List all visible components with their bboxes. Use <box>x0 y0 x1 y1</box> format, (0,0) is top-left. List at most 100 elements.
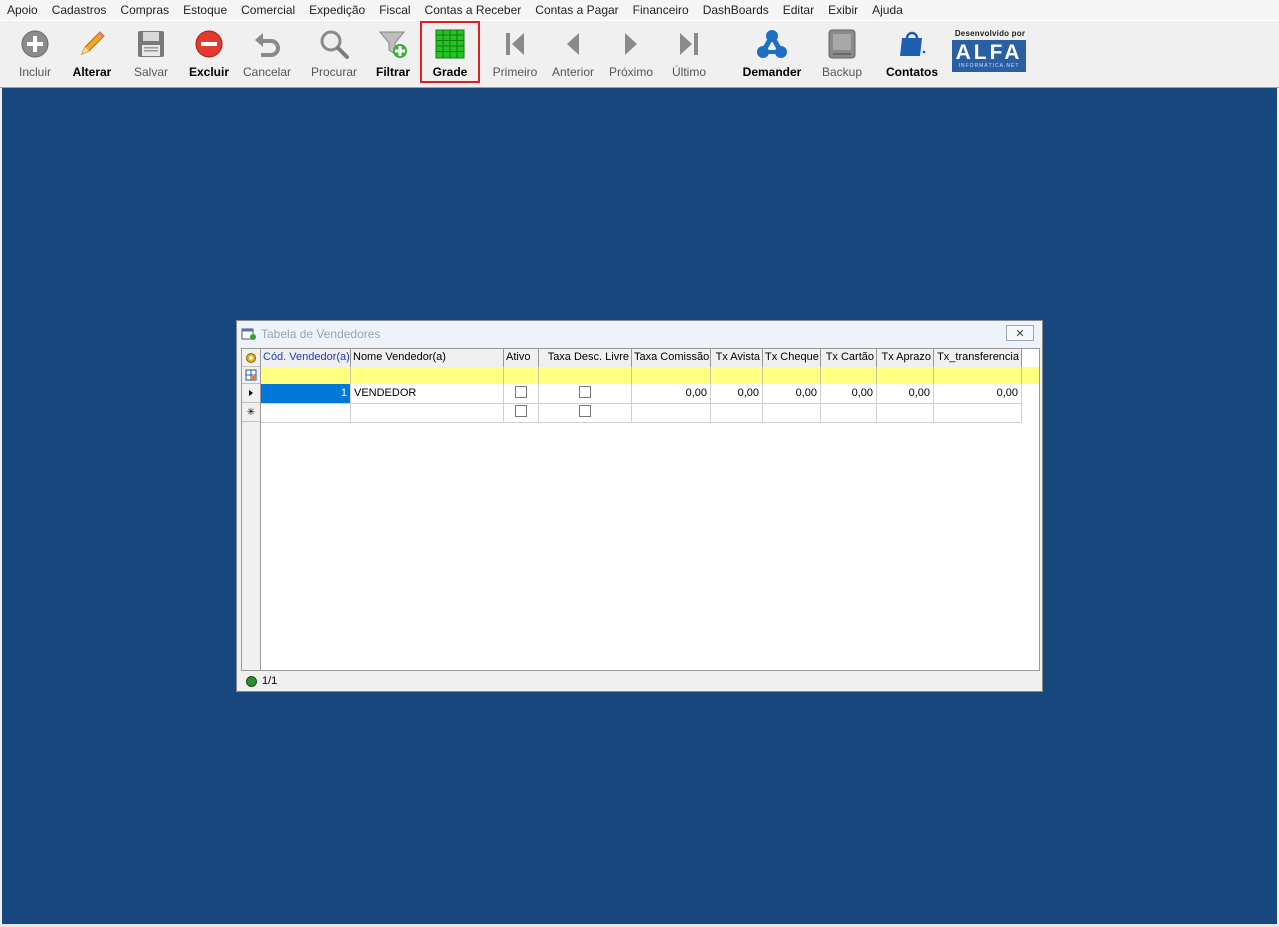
col-header-tx-aprazo[interactable]: Tx Aprazo <box>877 349 934 367</box>
filter-tx-cheque[interactable] <box>763 367 821 384</box>
primeiro-label: Primeiro <box>492 65 538 79</box>
table-row[interactable]: 1 VENDEDOR 0,00 0,00 0,00 0,00 0,00 0,00 <box>261 384 1022 404</box>
cell-cod-vendedor[interactable]: 1 <box>261 384 351 403</box>
menu-fiscal[interactable]: Fiscal <box>372 0 417 20</box>
filtrar-label: Filtrar <box>375 65 410 79</box>
cell-taxa-desc-livre[interactable] <box>539 384 632 403</box>
contatos-button[interactable]: Contatos <box>882 23 942 83</box>
procurar-label: Procurar <box>310 65 357 79</box>
menu-estoque[interactable]: Estoque <box>176 0 234 20</box>
logo-developed-by: Desenvolvido por <box>954 29 1026 38</box>
current-row-arrow-icon <box>242 384 260 403</box>
demander-button[interactable]: Demander <box>740 23 804 83</box>
menu-bar: Apoio Cadastros Compras Estoque Comercia… <box>0 0 1279 20</box>
excluir-label: Excluir <box>188 65 230 79</box>
menu-apoio[interactable]: Apoio <box>0 0 45 20</box>
funnel-plus-icon <box>377 27 409 61</box>
col-header-cod-vendedor[interactable]: Cód. Vendedor(a) <box>261 349 351 367</box>
grid-settings-icon[interactable] <box>242 349 260 367</box>
anterior-label: Anterior <box>551 65 595 79</box>
menu-compras[interactable]: Compras <box>113 0 176 20</box>
menu-expedicao[interactable]: Expedição <box>302 0 372 20</box>
backup-drive-icon <box>827 27 857 61</box>
close-button[interactable]: ✕ <box>1006 325 1034 341</box>
procurar-button[interactable]: Procurar <box>308 23 360 83</box>
filter-tx-cartao[interactable] <box>821 367 877 384</box>
cell-taxa-comissao[interactable]: 0,00 <box>632 384 711 403</box>
col-header-tx-cartao[interactable]: Tx Cartão <box>821 349 877 367</box>
menu-exibir[interactable]: Exibir <box>821 0 865 20</box>
new-cell-tx-cheque[interactable] <box>763 403 821 422</box>
menu-contas-receber[interactable]: Contas a Receber <box>418 0 529 20</box>
backup-button[interactable]: Backup <box>816 23 868 83</box>
col-header-tx-avista[interactable]: Tx Avista <box>711 349 763 367</box>
incluir-button[interactable]: Incluir <box>14 23 56 83</box>
new-table-row[interactable] <box>261 403 1022 423</box>
ultimo-button[interactable]: Último <box>664 23 714 83</box>
menu-contas-pagar[interactable]: Contas a Pagar <box>528 0 625 20</box>
menu-dashboards[interactable]: DashBoards <box>696 0 776 20</box>
logo-box: ALFA INFORMÁTICA.NET <box>952 40 1026 72</box>
new-cell-cod-vendedor[interactable] <box>261 403 351 422</box>
menu-comercial[interactable]: Comercial <box>234 0 302 20</box>
menu-financeiro[interactable]: Financeiro <box>626 0 696 20</box>
cancelar-button[interactable]: Cancelar <box>240 23 294 83</box>
row-indicator-column: ✳ <box>242 349 261 670</box>
excluir-button[interactable]: Excluir <box>187 23 231 83</box>
window-titlebar[interactable]: Tabela de Vendedores ✕ <box>237 321 1042 347</box>
cell-tx-aprazo[interactable]: 0,00 <box>877 384 934 403</box>
new-cell-taxa-comissao[interactable] <box>632 403 711 422</box>
close-icon: ✕ <box>1015 327 1025 340</box>
undo-arrow-icon <box>251 27 283 61</box>
filter-nome-vendedor[interactable] <box>351 367 504 384</box>
new-taxa-desc-livre-checkbox[interactable] <box>579 405 591 418</box>
new-cell-tx-avista[interactable] <box>711 403 763 422</box>
vendedores-grid[interactable]: ✳ Cód. Vendedor(a) Nome Vendedor(a) Ativ… <box>241 348 1040 671</box>
primeiro-button[interactable]: Primeiro <box>490 23 540 83</box>
cell-tx-transferencia[interactable]: 0,00 <box>934 384 1022 403</box>
cell-tx-avista[interactable]: 0,00 <box>711 384 763 403</box>
next-record-icon <box>619 27 643 61</box>
menu-ajuda[interactable]: Ajuda <box>865 0 910 20</box>
filter-tx-aprazo[interactable] <box>877 367 934 384</box>
new-cell-taxa-desc-livre[interactable] <box>539 403 632 422</box>
cell-tx-cartao[interactable]: 0,00 <box>821 384 877 403</box>
col-header-tx-cheque[interactable]: Tx Cheque <box>763 349 821 367</box>
col-header-tx-transferencia[interactable]: Tx_transferencia <box>934 349 1022 367</box>
alterar-button[interactable]: Alterar <box>70 23 114 83</box>
new-ativo-checkbox[interactable] <box>515 405 527 418</box>
menu-editar[interactable]: Editar <box>776 0 821 20</box>
anterior-button[interactable]: Anterior <box>548 23 598 83</box>
ativo-checkbox[interactable] <box>515 386 527 399</box>
new-cell-ativo[interactable] <box>504 403 539 422</box>
filtrar-button[interactable]: Filtrar <box>374 23 412 83</box>
col-header-nome-vendedor[interactable]: Nome Vendedor(a) <box>351 349 504 367</box>
new-cell-tx-cartao[interactable] <box>821 403 877 422</box>
proximo-button[interactable]: Próximo <box>606 23 656 83</box>
new-cell-tx-aprazo[interactable] <box>877 403 934 422</box>
filter-taxa-desc-livre[interactable] <box>539 367 632 384</box>
new-cell-nome-vendedor[interactable] <box>351 403 504 422</box>
magnifier-icon <box>318 27 350 61</box>
cell-tx-cheque[interactable]: 0,00 <box>763 384 821 403</box>
filter-tx-transferencia[interactable] <box>934 367 1022 384</box>
col-header-taxa-comissao[interactable]: Taxa Comissão <box>632 349 711 367</box>
grade-button[interactable]: Grade <box>420 21 480 83</box>
new-cell-tx-transferencia[interactable] <box>934 403 1022 422</box>
filter-cod-vendedor[interactable] <box>261 367 351 384</box>
taxa-desc-livre-checkbox[interactable] <box>579 386 591 399</box>
plus-circle-icon <box>20 27 50 61</box>
filter-taxa-comissao[interactable] <box>632 367 711 384</box>
filter-spacer <box>1022 367 1039 384</box>
grid-icon <box>435 27 465 61</box>
salvar-label: Salvar <box>133 65 168 79</box>
filter-ativo[interactable] <box>504 367 539 384</box>
cell-nome-vendedor[interactable]: VENDEDOR <box>351 384 504 403</box>
filter-row-icon[interactable] <box>242 367 260 384</box>
menu-cadastros[interactable]: Cadastros <box>45 0 114 20</box>
salvar-button[interactable]: Salvar <box>130 23 172 83</box>
filter-tx-avista[interactable] <box>711 367 763 384</box>
col-header-ativo[interactable]: Ativo <box>504 349 539 367</box>
cell-ativo[interactable] <box>504 384 539 403</box>
col-header-taxa-desc-livre[interactable]: Taxa Desc. Livre <box>539 349 632 367</box>
